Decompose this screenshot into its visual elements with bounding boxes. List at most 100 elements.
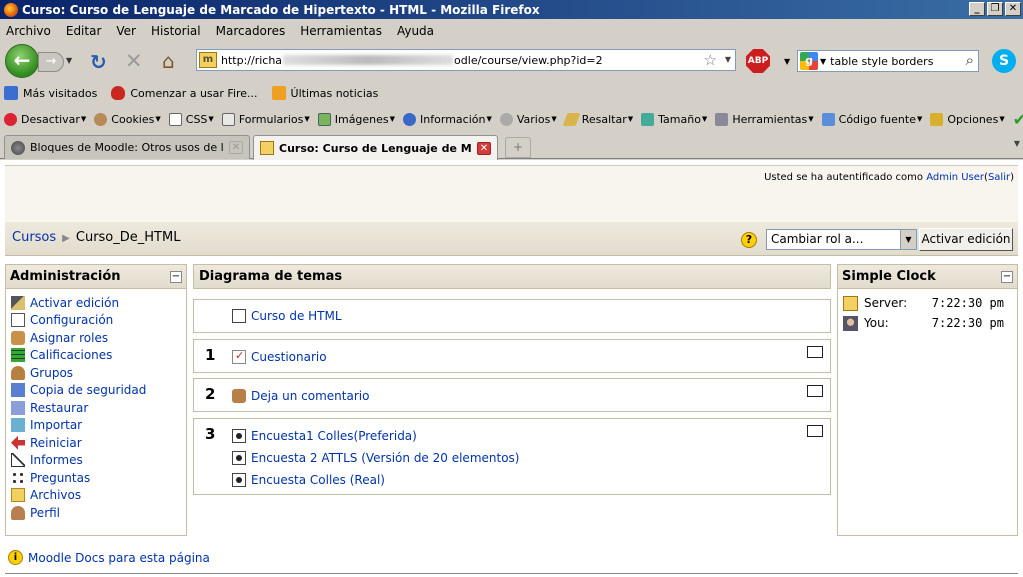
dev-tamano[interactable]: Tamaño ▼ — [641, 112, 707, 126]
activity-encuesta-colles[interactable]: Encuesta Colles (Real) — [232, 471, 385, 489]
firefox-icon — [4, 2, 18, 17]
back-button[interactable]: ← — [5, 44, 39, 78]
close-tab-icon[interactable]: ✕ — [229, 141, 243, 154]
cookie-icon — [94, 112, 108, 126]
menu-ver[interactable]: Ver — [116, 24, 136, 38]
admin-item-configuracion[interactable]: Configuración — [11, 312, 186, 330]
help-icon[interactable]: ? — [741, 232, 757, 248]
admin-item-perfil[interactable]: Perfil — [11, 504, 186, 522]
admin-item-activar-edicion[interactable]: Activar edición — [11, 294, 186, 312]
moodle-docs-link[interactable]: i Moodle Docs para esta página — [8, 550, 210, 565]
logout-link[interactable]: Salir — [988, 172, 1010, 183]
dev-cookies[interactable]: Cookies ▼ — [94, 112, 161, 126]
dev-herramientas[interactable]: Herramientas ▼ — [715, 112, 814, 126]
activity-cuestionario[interactable]: Cuestionario — [232, 348, 327, 366]
most-visited-icon — [4, 86, 18, 100]
activity-deja-comentario[interactable]: Deja un comentario — [232, 387, 369, 405]
resize-icon — [641, 112, 655, 126]
bookmark-mas-visitados[interactable]: Más visitados — [4, 86, 97, 100]
history-dropdown-icon[interactable]: ▼ — [66, 56, 72, 65]
section-highlight-toggle[interactable] — [807, 385, 823, 397]
tab-curso-html[interactable]: Curso: Curso de Lenguaje de Mar... ✕ — [253, 135, 498, 160]
dev-desactivar[interactable]: Desactivar ▼ — [4, 112, 86, 126]
google-icon[interactable]: g — [800, 52, 818, 70]
highlight-pen-icon — [562, 112, 581, 126]
reload-icon[interactable]: ↻ — [90, 50, 107, 74]
user-avatar-icon — [843, 315, 858, 331]
collapse-icon[interactable]: − — [170, 271, 182, 283]
menu-ayuda[interactable]: Ayuda — [397, 24, 434, 38]
settings-icon — [11, 313, 25, 328]
search-input[interactable]: table style borders — [830, 55, 933, 68]
image-icon — [317, 112, 331, 126]
dev-opciones[interactable]: Opciones ▼ — [930, 112, 1005, 126]
menu-editar[interactable]: Editar — [66, 24, 102, 38]
url-bar[interactable]: m http://richa odle/course/view.php?id=2… — [196, 49, 736, 71]
bookmark-star-icon[interactable]: ☆ — [704, 51, 717, 69]
stop-icon[interactable]: ✕ — [125, 49, 143, 73]
moodle-favicon-icon — [260, 141, 274, 155]
tab-bloques-moodle[interactable]: Bloques de Moodle: Otros usos de los b..… — [4, 135, 250, 159]
menu-marcadores[interactable]: Marcadores — [216, 24, 286, 38]
dev-resaltar[interactable]: Resaltar ▼ — [562, 112, 633, 126]
admin-item-importar[interactable]: Importar — [11, 417, 186, 435]
validation-check-icon[interactable]: ✔ — [1013, 110, 1023, 129]
adblock-dropdown-icon[interactable]: ▼ — [784, 57, 790, 66]
turn-editing-on-button[interactable]: Activar edición — [919, 228, 1013, 251]
section-highlight-toggle[interactable] — [807, 425, 823, 437]
menu-herramientas[interactable]: Herramientas — [300, 24, 382, 38]
url-dropdown-icon[interactable]: ▼ — [725, 55, 731, 64]
css-icon — [168, 112, 182, 126]
switch-role-select[interactable]: Cambiar rol a... ▼ — [766, 229, 917, 250]
admin-item-archivos[interactable]: Archivos — [11, 487, 186, 505]
user-time-row: You: 7:22:30 pm — [838, 313, 1017, 333]
skype-icon[interactable]: S — [992, 49, 1016, 73]
activity-encuesta2[interactable]: Encuesta 2 ATTLS (Versión de 20 elemento… — [232, 449, 519, 467]
admin-item-restaurar[interactable]: Restaurar — [11, 399, 186, 417]
tab-list-dropdown-icon[interactable]: ▼ — [1014, 139, 1020, 148]
menu-historial[interactable]: Historial — [151, 24, 201, 38]
admin-item-informes[interactable]: Informes — [11, 452, 186, 470]
bookmark-comenzar[interactable]: Comenzar a usar Fire... — [111, 86, 258, 100]
menu-archivo[interactable]: Archivo — [6, 24, 51, 38]
simple-clock-title: Simple Clock − — [838, 265, 1017, 289]
disable-icon — [4, 112, 17, 126]
admin-item-copia-seguridad[interactable]: Copia de seguridad — [11, 382, 186, 400]
admin-item-grupos[interactable]: Grupos — [11, 364, 186, 382]
url-text-suffix: odle/course/view.php?id=2 — [454, 53, 603, 67]
user-link[interactable]: Admin User — [926, 172, 984, 183]
activity-encuesta1[interactable]: Encuesta1 Colles(Preferida) — [232, 427, 417, 445]
dev-informacion[interactable]: Información ▼ — [403, 112, 492, 126]
dev-css[interactable]: CSS ▼ — [168, 112, 214, 126]
bookmark-ultimas-noticias[interactable]: Últimas noticias — [271, 86, 378, 100]
breadcrumb-cursos[interactable]: Cursos — [12, 230, 56, 245]
dev-imagenes[interactable]: Imágenes ▼ — [317, 112, 395, 126]
restore-button[interactable]: ❐ — [987, 2, 1003, 16]
close-tab-icon[interactable]: ✕ — [477, 141, 491, 155]
close-window-button[interactable]: ✕ — [1005, 2, 1021, 16]
home-icon[interactable]: ⌂ — [162, 49, 175, 73]
options-key-icon — [930, 112, 944, 126]
admin-item-reiniciar[interactable]: Reiniciar — [11, 434, 186, 452]
forward-button[interactable]: → — [38, 52, 64, 72]
info-icon: i — [8, 550, 23, 565]
admin-item-calificaciones[interactable]: Calificaciones — [11, 347, 186, 365]
minimize-button[interactable]: _ — [969, 2, 985, 16]
search-engine-dropdown-icon[interactable]: ▼ — [820, 57, 826, 66]
search-bar[interactable]: g ▼ table style borders ⌕ — [797, 50, 979, 72]
admin-item-asignar-roles[interactable]: Asignar roles — [11, 329, 186, 347]
url-redacted — [283, 55, 454, 65]
chevron-down-icon[interactable]: ▼ — [900, 230, 916, 249]
dev-varios[interactable]: Varios ▼ — [499, 112, 557, 126]
activity-curso-html[interactable]: Curso de HTML — [232, 307, 342, 325]
section-0: Curso de HTML — [193, 299, 831, 333]
collapse-icon[interactable]: − — [1001, 271, 1013, 283]
new-tab-button[interactable]: + — [505, 137, 531, 158]
dev-formularios[interactable]: Formularios ▼ — [221, 112, 310, 126]
folder-icon — [11, 488, 25, 503]
admin-item-preguntas[interactable]: Preguntas — [11, 469, 186, 487]
dev-codigo-fuente[interactable]: Código fuente ▼ — [821, 112, 922, 126]
import-icon — [11, 418, 25, 433]
section-highlight-toggle[interactable] — [807, 346, 823, 358]
search-icon[interactable]: ⌕ — [966, 51, 974, 69]
